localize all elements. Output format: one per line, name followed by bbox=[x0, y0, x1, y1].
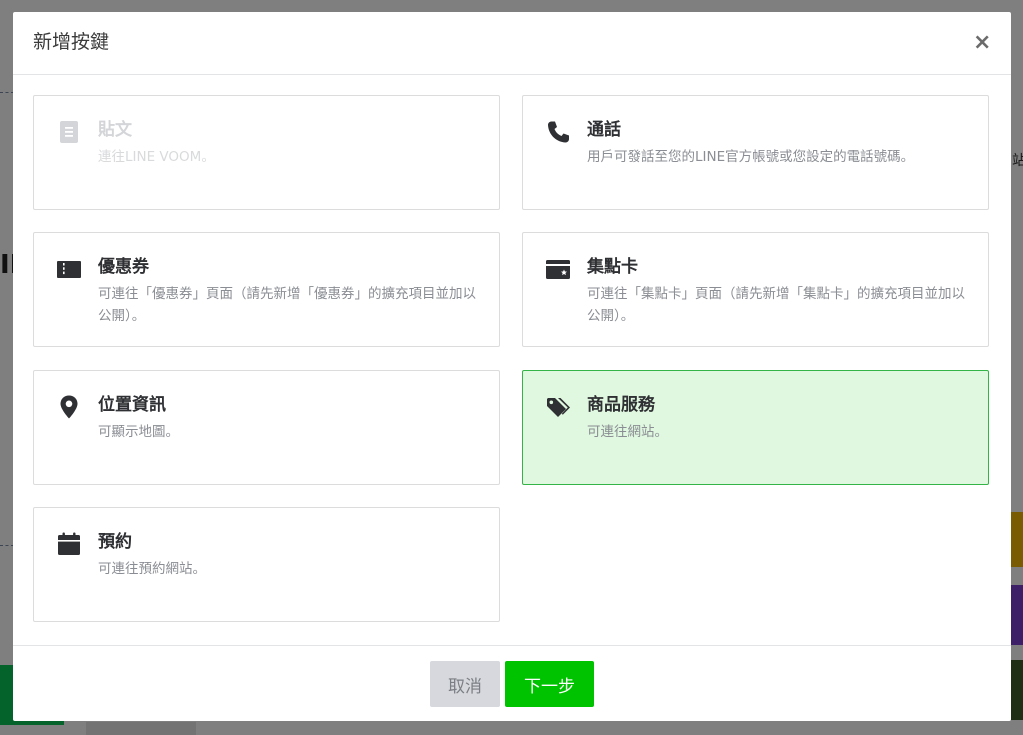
option-description: 連往LINE VOOM。 bbox=[98, 149, 215, 165]
modal-title: 新增按鍵 bbox=[33, 31, 110, 53]
option-card-reward-card[interactable]: 集點卡 可連往「集點卡」頁面（請先新增「集點卡」的擴充項目並加以公開）。 bbox=[522, 232, 989, 347]
card-icon bbox=[545, 256, 571, 282]
option-title: 集點卡 bbox=[587, 257, 638, 277]
option-title: 貼文 bbox=[98, 120, 132, 140]
close-button[interactable]: × bbox=[973, 32, 991, 54]
option-card-products[interactable]: 商品服務 可連往網站。 bbox=[522, 370, 989, 485]
cancel-button[interactable]: 取消 bbox=[430, 661, 500, 707]
option-title: 商品服務 bbox=[587, 395, 655, 415]
modal-footer: 取消 下一步 bbox=[13, 645, 1011, 722]
add-button-modal: 新增按鍵 × 貼文 連往LINE VOOM。 通話 用戶可發話至您的LINE官方… bbox=[13, 12, 1011, 721]
option-card-post: 貼文 連往LINE VOOM。 bbox=[33, 95, 500, 210]
option-description: 可顯示地圖。 bbox=[98, 424, 179, 440]
option-card-booking[interactable]: 預約 可連往預約網站。 bbox=[33, 507, 500, 622]
tags-icon bbox=[545, 394, 571, 420]
modal-body: 貼文 連往LINE VOOM。 通話 用戶可發話至您的LINE官方帳號或您設定的… bbox=[13, 75, 1011, 645]
option-card-location[interactable]: 位置資訊 可顯示地圖。 bbox=[33, 370, 500, 485]
option-description: 可連往「優惠券」頁面（請先新增「優惠券」的擴充項目並加以公開）。 bbox=[98, 286, 476, 324]
option-description: 可連往「集點卡」頁面（請先新增「集點卡」的擴充項目並加以公開）。 bbox=[587, 286, 965, 324]
modal-header: 新增按鍵 × bbox=[13, 12, 1011, 75]
option-title: 通話 bbox=[587, 120, 621, 140]
calendar-icon bbox=[56, 531, 82, 557]
option-description: 可連往網站。 bbox=[587, 424, 668, 440]
map-pin-icon bbox=[56, 394, 82, 420]
option-card-coupon[interactable]: 優惠券 可連往「優惠券」頁面（請先新增「優惠券」的擴充項目並加以公開）。 bbox=[33, 232, 500, 347]
option-title: 預約 bbox=[98, 532, 132, 552]
document-icon bbox=[56, 119, 82, 145]
next-button[interactable]: 下一步 bbox=[505, 661, 594, 707]
ticket-icon bbox=[56, 256, 82, 282]
option-card-call[interactable]: 通話 用戶可發話至您的LINE官方帳號或您設定的電話號碼。 bbox=[522, 95, 989, 210]
option-title: 位置資訊 bbox=[98, 395, 166, 415]
option-description: 可連往預約網站。 bbox=[98, 561, 206, 577]
option-title: 優惠券 bbox=[98, 257, 149, 277]
option-description: 用戶可發話至您的LINE官方帳號或您設定的電話號碼。 bbox=[587, 149, 915, 165]
phone-icon bbox=[545, 119, 571, 145]
